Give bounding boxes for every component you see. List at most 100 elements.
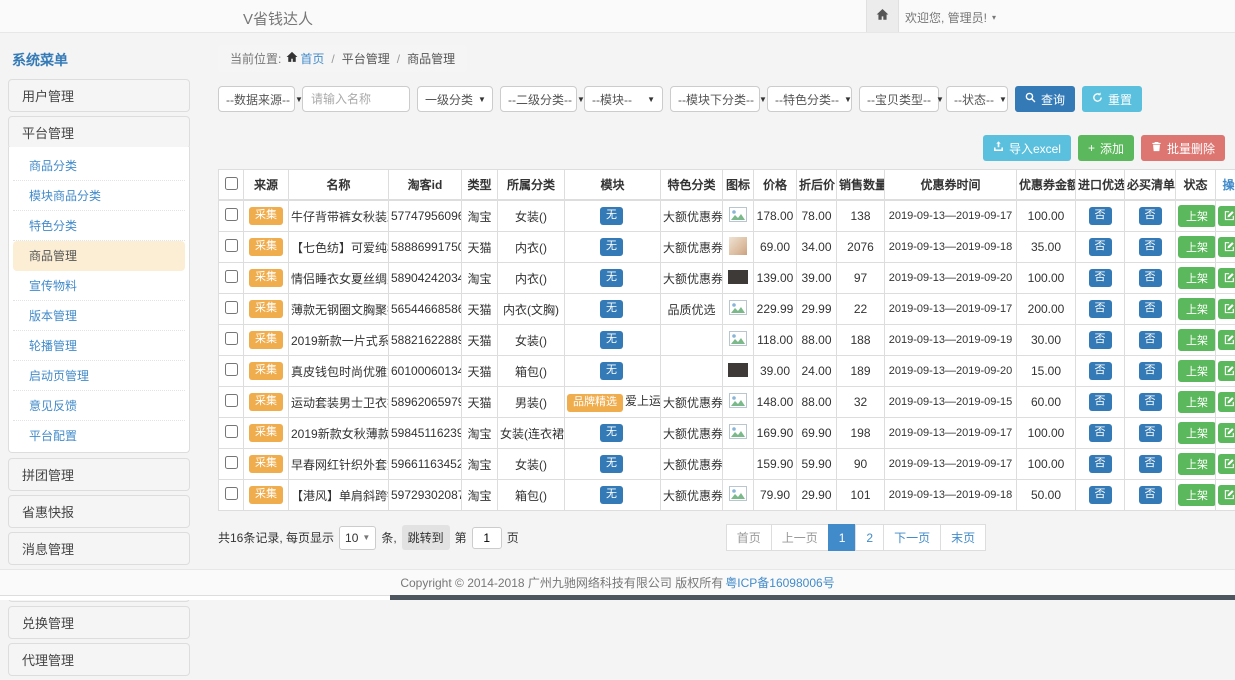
import-toggle-badge[interactable]: 否: [1089, 238, 1112, 256]
import-toggle-badge[interactable]: 否: [1089, 486, 1112, 504]
import-toggle-badge[interactable]: 否: [1089, 424, 1112, 442]
row-checkbox[interactable]: [225, 425, 238, 438]
jump-button[interactable]: 跳转到: [402, 525, 450, 550]
category1-select[interactable]: 一级分类▼: [417, 86, 493, 112]
module-badge[interactable]: 品牌精选: [567, 394, 623, 412]
import-toggle-badge[interactable]: 否: [1089, 455, 1112, 473]
icp-link[interactable]: 粤ICP备16098006号: [725, 574, 834, 591]
page-number-input[interactable]: [472, 527, 502, 549]
sidebar-section-user[interactable]: 用户管理: [8, 79, 190, 112]
sidebar-section-platform[interactable]: 平台管理: [8, 116, 190, 149]
edit-button[interactable]: [1218, 361, 1235, 381]
module-badge[interactable]: 无: [600, 207, 623, 225]
sidebar-section-groupbuy[interactable]: 拼团管理: [8, 458, 190, 491]
sidebar-item-promo-material[interactable]: 宣传物料: [13, 271, 185, 301]
edit-button[interactable]: [1218, 237, 1235, 257]
sidebar-item-feature-category[interactable]: 特色分类: [13, 211, 185, 241]
sidebar-item-module-goods-category[interactable]: 模块商品分类: [13, 181, 185, 211]
page-2-button[interactable]: 2: [855, 524, 884, 551]
sidebar-section-clipped[interactable]: 代理管理: [8, 643, 190, 676]
edit-button[interactable]: [1218, 330, 1235, 350]
row-checkbox[interactable]: [225, 456, 238, 469]
batch-delete-button[interactable]: 批量删除: [1141, 135, 1225, 161]
sidebar-item-splash-management[interactable]: 启动页管理: [13, 361, 185, 391]
sidebar-item-platform-config[interactable]: 平台配置: [13, 421, 185, 450]
edit-button[interactable]: [1218, 392, 1235, 412]
module-badge[interactable]: 无: [600, 424, 623, 442]
edit-button[interactable]: [1218, 454, 1235, 474]
row-checkbox[interactable]: [225, 239, 238, 252]
module-badge[interactable]: 无: [600, 238, 623, 256]
status-button[interactable]: 上架: [1178, 329, 1216, 351]
sidebar-item-goods-management[interactable]: 商品管理: [13, 241, 185, 271]
add-button[interactable]: + 添加: [1078, 135, 1134, 161]
status-button[interactable]: 上架: [1178, 484, 1216, 506]
edit-button[interactable]: [1218, 299, 1235, 319]
sidebar-item-carousel-management[interactable]: 轮播管理: [13, 331, 185, 361]
must-buy-toggle-badge[interactable]: 否: [1139, 362, 1162, 380]
edit-button[interactable]: [1218, 485, 1235, 505]
import-toggle-badge[interactable]: 否: [1089, 300, 1112, 318]
module-sub-select[interactable]: --模块下分类--▼: [670, 86, 760, 112]
must-buy-toggle-badge[interactable]: 否: [1139, 207, 1162, 225]
sidebar-item-version-management[interactable]: 版本管理: [13, 301, 185, 331]
query-button[interactable]: 查询: [1015, 86, 1075, 112]
per-page-select[interactable]: 10▼: [339, 526, 376, 550]
module-badge[interactable]: 无: [600, 331, 623, 349]
sidebar-section-express[interactable]: 省惠快报: [8, 495, 190, 528]
row-checkbox[interactable]: [225, 332, 238, 345]
module-badge[interactable]: 无: [600, 486, 623, 504]
row-checkbox[interactable]: [225, 208, 238, 221]
select-all-checkbox[interactable]: [225, 177, 238, 190]
must-buy-toggle-badge[interactable]: 否: [1139, 300, 1162, 318]
name-search-input[interactable]: [302, 86, 410, 112]
module-badge[interactable]: 无: [600, 362, 623, 380]
reset-button[interactable]: 重置: [1082, 86, 1142, 112]
page-1-button[interactable]: 1: [828, 524, 857, 551]
category2-select[interactable]: --二级分类--▼: [500, 86, 577, 112]
first-page-button[interactable]: 首页: [726, 524, 772, 551]
must-buy-toggle-badge[interactable]: 否: [1139, 269, 1162, 287]
must-buy-toggle-badge[interactable]: 否: [1139, 393, 1162, 411]
import-toggle-badge[interactable]: 否: [1089, 362, 1112, 380]
status-button[interactable]: 上架: [1178, 236, 1216, 258]
import-excel-button[interactable]: 导入excel: [983, 135, 1071, 161]
status-button[interactable]: 上架: [1178, 298, 1216, 320]
edit-button[interactable]: [1218, 423, 1235, 443]
sidebar-section-exchange[interactable]: 兑换管理: [8, 606, 190, 639]
must-buy-toggle-badge[interactable]: 否: [1139, 238, 1162, 256]
item-type-select[interactable]: --宝贝类型--▼: [859, 86, 939, 112]
sidebar-item-feedback[interactable]: 意见反馈: [13, 391, 185, 421]
breadcrumb-home-link[interactable]: 首页: [286, 50, 324, 67]
edit-button[interactable]: [1218, 268, 1235, 288]
home-shortcut-button[interactable]: [866, 0, 899, 32]
status-button[interactable]: 上架: [1178, 453, 1216, 475]
row-checkbox[interactable]: [225, 363, 238, 376]
import-toggle-badge[interactable]: 否: [1089, 207, 1112, 225]
data-source-select[interactable]: --数据来源--▼: [218, 86, 295, 112]
module-badge[interactable]: 无: [600, 269, 623, 287]
status-button[interactable]: 上架: [1178, 267, 1216, 289]
sidebar-item-goods-category[interactable]: 商品分类: [13, 151, 185, 181]
module-select[interactable]: --模块--▼: [584, 86, 663, 112]
status-button[interactable]: 上架: [1178, 391, 1216, 413]
must-buy-toggle-badge[interactable]: 否: [1139, 486, 1162, 504]
prev-page-button[interactable]: 上一页: [771, 524, 829, 551]
feature-category-select[interactable]: --特色分类--▼: [767, 86, 852, 112]
import-toggle-badge[interactable]: 否: [1089, 269, 1112, 287]
must-buy-toggle-badge[interactable]: 否: [1139, 331, 1162, 349]
status-button[interactable]: 上架: [1178, 360, 1216, 382]
user-menu[interactable]: 欢迎您, 管理员! ▾: [905, 9, 996, 26]
row-checkbox[interactable]: [225, 487, 238, 500]
import-toggle-badge[interactable]: 否: [1089, 331, 1112, 349]
row-checkbox[interactable]: [225, 301, 238, 314]
edit-button[interactable]: [1218, 206, 1235, 226]
sidebar-section-message[interactable]: 消息管理: [8, 532, 190, 565]
next-page-button[interactable]: 下一页: [883, 524, 941, 551]
must-buy-toggle-badge[interactable]: 否: [1139, 424, 1162, 442]
row-checkbox[interactable]: [225, 270, 238, 283]
status-select[interactable]: --状态--▼: [946, 86, 1008, 112]
status-button[interactable]: 上架: [1178, 422, 1216, 444]
import-toggle-badge[interactable]: 否: [1089, 393, 1112, 411]
row-checkbox[interactable]: [225, 394, 238, 407]
